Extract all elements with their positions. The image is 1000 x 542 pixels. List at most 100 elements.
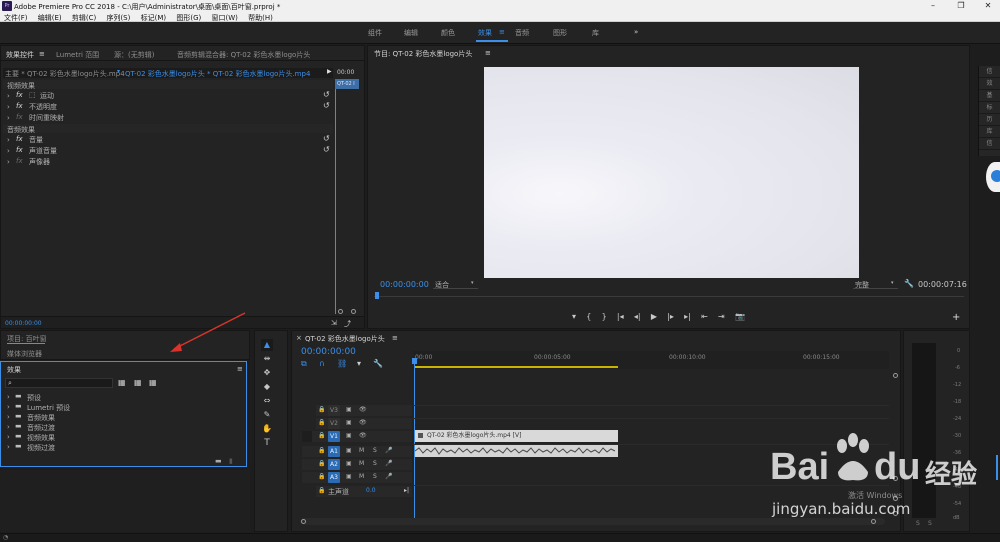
reset-icon[interactable]: ↺ xyxy=(323,90,330,99)
folder-video-effects[interactable]: › ▬ 视频效果 xyxy=(5,432,243,442)
expand-icon[interactable]: › xyxy=(7,103,10,111)
extract-icon[interactable]: ⇥ xyxy=(718,312,725,321)
type-tool-icon[interactable]: T xyxy=(261,437,273,449)
side-tab-history[interactable]: 历 xyxy=(979,114,1000,126)
zoom-handle-icon[interactable] xyxy=(351,309,356,314)
play-icon[interactable]: ▶ xyxy=(651,312,657,321)
tab-lumetri-scopes[interactable]: Lumetri 范围 xyxy=(56,50,99,60)
ripple-edit-tool-icon[interactable]: ✥ xyxy=(261,367,273,379)
reset-icon[interactable]: ↺ xyxy=(323,145,330,154)
expand-icon[interactable]: › xyxy=(7,423,10,431)
close-sequence-icon[interactable]: × xyxy=(296,334,302,342)
lock-icon[interactable]: 🔒 xyxy=(318,447,325,454)
workspace-color[interactable]: 颜色 xyxy=(441,28,455,38)
timeline-hscroll[interactable] xyxy=(300,518,885,525)
mic-icon[interactable]: 🎤 xyxy=(385,473,392,480)
vscroll-handle-icon[interactable] xyxy=(893,373,898,378)
tab-audio-clip-mixer[interactable]: 音频剪辑混合器: QT-02 彩色水墨logo片头 xyxy=(177,50,310,60)
lock-icon[interactable]: 🔒 xyxy=(318,473,325,480)
slip-tool-icon[interactable]: ⇔ xyxy=(261,395,273,407)
reset-icon[interactable]: ↺ xyxy=(323,101,330,110)
step-back-icon[interactable]: ◂| xyxy=(634,312,641,321)
sync-lock-icon[interactable]: ▣ xyxy=(346,460,352,467)
track-label-a3[interactable]: A3 xyxy=(328,472,340,483)
sequence-tab[interactable]: QT-02 彩色水墨logo片头 xyxy=(305,334,385,344)
32bit-effects-icon[interactable]: ▦ xyxy=(134,378,142,387)
sync-lock-icon[interactable]: ▣ xyxy=(346,406,352,413)
mic-icon[interactable]: 🎤 xyxy=(385,460,392,467)
sync-lock-icon[interactable]: ▣ xyxy=(346,432,352,439)
mute-button[interactable]: M xyxy=(359,447,364,454)
program-video-frame[interactable] xyxy=(484,67,859,278)
lock-icon[interactable]: 🔒 xyxy=(318,406,325,413)
solo-button[interactable]: S xyxy=(373,460,377,467)
work-area-bar[interactable] xyxy=(415,366,618,368)
side-tab-effects[interactable]: 效 xyxy=(979,78,1000,90)
nest-icon[interactable]: ⧉ xyxy=(301,359,307,369)
workspace-menu-icon[interactable]: ≡ xyxy=(499,28,505,36)
track-label-a2[interactable]: A2 xyxy=(328,459,340,470)
folder-video-transitions[interactable]: › ▬ 视频过渡 xyxy=(5,442,243,452)
go-to-end-icon[interactable]: ▸| xyxy=(404,487,409,494)
restore-button[interactable]: ❐ xyxy=(950,0,972,12)
effect-row-motion[interactable]: › fx ⬚ 运动 ↺ xyxy=(3,90,333,101)
effects-panel-title[interactable]: 效果 xyxy=(7,365,21,375)
wrench-icon[interactable]: 🔧 xyxy=(373,359,383,368)
track-select-tool-icon[interactable]: ⇹ xyxy=(261,353,273,365)
workspace-assembly[interactable]: 组件 xyxy=(368,28,382,38)
effect-row-time-remap[interactable]: › fx 时间重映射 xyxy=(3,112,333,123)
hscroll-handle-icon[interactable] xyxy=(301,519,306,524)
vscroll-handle-icon[interactable] xyxy=(893,496,898,501)
expand-icon[interactable]: › xyxy=(7,393,10,401)
hand-tool-icon[interactable]: ✋ xyxy=(261,423,273,435)
go-to-out-icon[interactable]: ▸| xyxy=(684,312,691,321)
folder-presets[interactable]: › ▬ 预设 xyxy=(5,392,243,402)
program-scrubber[interactable] xyxy=(374,296,964,297)
quality-select[interactable]: 完整 ▾ xyxy=(853,279,898,289)
side-tab-markers[interactable]: 标 xyxy=(979,102,1000,114)
play-small-icon[interactable]: ▶ xyxy=(327,68,332,75)
zoom-handle-icon[interactable] xyxy=(338,309,343,314)
selection-tool-icon[interactable]: ▲ xyxy=(261,339,273,351)
accelerated-effects-icon[interactable]: ▦ xyxy=(118,378,126,387)
scroll-indicator[interactable] xyxy=(996,455,998,480)
eye-icon[interactable]: 👁 xyxy=(359,419,367,426)
effect-controls-timecode[interactable]: 00:00:00:00 xyxy=(5,320,42,327)
effect-controls-menu-icon[interactable]: ≡ xyxy=(39,50,45,58)
eye-icon[interactable]: 👁 xyxy=(359,406,367,413)
vscroll-handle-icon[interactable] xyxy=(893,476,898,481)
workspace-overflow-icon[interactable]: » xyxy=(634,28,638,36)
tab-effect-controls[interactable]: 效果控件 xyxy=(6,50,34,60)
vscroll-handle-icon[interactable] xyxy=(893,511,898,516)
expand-icon[interactable]: › xyxy=(7,158,10,166)
program-monitor-title[interactable]: 节目: QT-02 彩色水墨logo片头 xyxy=(374,49,472,59)
video-clip[interactable]: QT-02 彩色水墨logo片头.mp4 [V] xyxy=(415,430,618,442)
wrench-icon[interactable]: 🔧 xyxy=(904,279,914,288)
workspace-effects[interactable]: 效果 xyxy=(478,28,492,38)
fit-select[interactable]: 适合 ▾ xyxy=(433,279,478,289)
timeline-timecode[interactable]: 00:00:00:00 xyxy=(301,347,356,357)
expand-icon[interactable]: › xyxy=(7,92,10,100)
lift-icon[interactable]: ⇤ xyxy=(701,312,708,321)
add-button[interactable]: + xyxy=(952,312,960,323)
tab-source[interactable]: 源：(无剪辑) xyxy=(114,50,154,60)
track-label-v2[interactable]: V2 xyxy=(328,418,340,429)
razor-tool-icon[interactable]: ◆ xyxy=(261,381,273,393)
effect-row-panner[interactable]: › fx 声像器 xyxy=(3,156,333,167)
hscroll-handle-icon[interactable] xyxy=(871,519,876,524)
solo-button[interactable]: S xyxy=(373,473,377,480)
workspace-libraries[interactable]: 库 xyxy=(592,28,599,38)
track-label-v3[interactable]: V3 xyxy=(328,405,340,416)
master-clip-label[interactable]: 主要 * QT-02 彩色水墨logo片头.mp4 xyxy=(5,69,125,79)
program-playhead[interactable] xyxy=(375,292,379,299)
add-marker-icon[interactable]: ▾ xyxy=(572,312,576,321)
new-bin-icon[interactable]: ▬ xyxy=(215,457,222,465)
expand-icon[interactable]: › xyxy=(7,114,10,122)
side-tab-info-2[interactable]: 信 xyxy=(979,138,1000,150)
floating-helper-icon[interactable] xyxy=(986,162,1000,192)
mark-in-icon[interactable]: { xyxy=(586,312,591,321)
expand-icon[interactable]: › xyxy=(7,443,10,451)
go-to-in-icon[interactable]: |◂ xyxy=(617,312,624,321)
folder-lumetri-presets[interactable]: › ▬ Lumetri 预设 xyxy=(5,402,243,412)
solo-button[interactable]: S xyxy=(373,447,377,454)
